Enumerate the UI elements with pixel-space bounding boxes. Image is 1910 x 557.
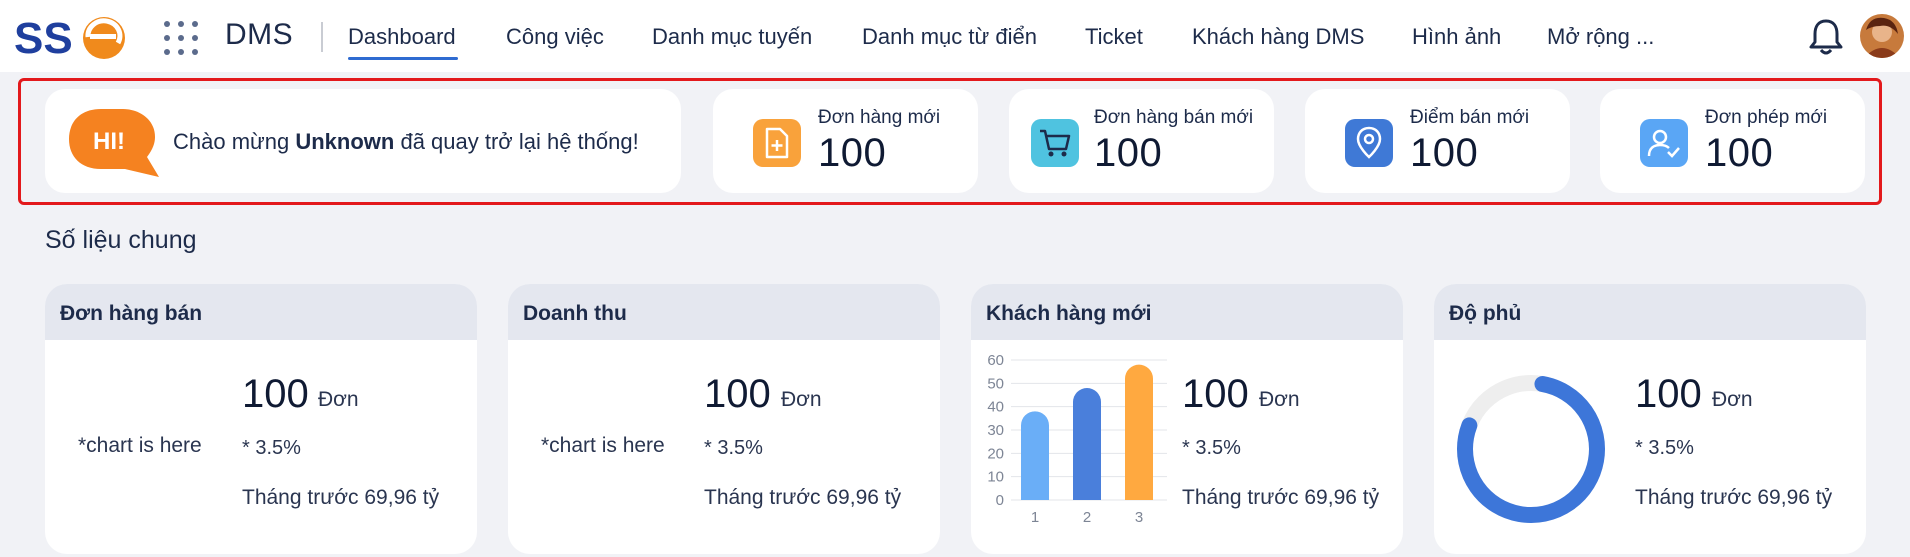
nav-ticket[interactable]: Ticket <box>1085 24 1143 50</box>
metric-card-khach-hang-moi[interactable]: Khách hàng mới 0 10 20 30 40 50 60 1 2 3 100 Đơn … <box>971 284 1403 554</box>
stat-value: 100 <box>1410 131 1479 175</box>
stat-value: 100 <box>818 131 887 175</box>
bell-icon[interactable] <box>1808 17 1844 57</box>
bar-chart: 0 10 20 30 40 50 60 1 2 3 <box>987 352 1167 526</box>
section-title: Số liệu chung <box>45 226 197 254</box>
stat-label: Đơn hàng mới <box>818 107 941 128</box>
cart-icon <box>1031 119 1079 167</box>
hi-bubble-icon: HI! <box>69 109 159 177</box>
metric-change: * 3.5% <box>1182 437 1241 459</box>
location-pin-icon <box>1345 119 1393 167</box>
metric-value: 100 <box>1182 372 1249 416</box>
svg-text:HI!: HI! <box>93 128 125 155</box>
stat-label: Điểm bán mới <box>1410 107 1530 128</box>
nav-mo-rong[interactable]: Mở rộng ... <box>1547 24 1654 50</box>
metric-change: * 3.5% <box>704 437 763 459</box>
chart-placeholder: *chart is here <box>78 434 202 457</box>
sse-logo[interactable]: SS <box>14 13 130 61</box>
user-check-icon <box>1640 119 1688 167</box>
x-tick-label: 1 <box>1031 509 1039 526</box>
nav-danh-muc-tuyen[interactable]: Danh mục tuyến <box>652 24 812 50</box>
stat-value: 100 <box>1094 131 1163 175</box>
metric-title: Khách hàng mới <box>971 284 1403 340</box>
stat-label: Đơn hàng bán mới <box>1094 107 1254 128</box>
metric-unit: Đơn <box>1712 388 1753 411</box>
y-tick-label: 30 <box>987 422 1004 439</box>
app-grid-icon[interactable] <box>162 20 202 56</box>
stat-value: 100 <box>1705 131 1774 175</box>
user-name: Unknown <box>295 129 395 154</box>
metric-change: * 3.5% <box>1635 437 1694 459</box>
nav-hinh-anh[interactable]: Hình ảnh <box>1412 24 1501 50</box>
metric-title: Độ phủ <box>1434 284 1866 340</box>
active-tab-indicator <box>348 57 458 60</box>
y-tick-label: 20 <box>987 445 1004 462</box>
welcome-card: HI! Chào mừng Unknown đã quay trở lại hệ… <box>45 89 681 193</box>
x-tick-label: 3 <box>1135 509 1143 526</box>
metric-value: 100 <box>242 372 309 416</box>
svg-text:SS: SS <box>14 14 73 61</box>
file-plus-icon <box>753 119 801 167</box>
metric-unit: Đơn <box>781 388 822 411</box>
donut-chart <box>1456 374 1606 524</box>
welcome-message: Chào mừng Unknown đã quay trở lại hệ thố… <box>173 129 639 154</box>
metric-previous: Tháng trước 69,96 tỷ <box>242 486 440 509</box>
y-tick-label: 50 <box>987 375 1004 392</box>
nav-danh-muc-tu-dien[interactable]: Danh mục từ điển <box>862 24 1037 50</box>
bar[interactable] <box>1021 411 1049 500</box>
x-tick-label: 2 <box>1083 509 1091 526</box>
metric-unit: Đơn <box>318 388 359 411</box>
metric-title: Doanh thu <box>508 284 940 340</box>
top-navbar: SS DMS Dashboard Công việc Danh mục tuyế… <box>0 0 1910 72</box>
app-name: DMS <box>225 18 294 51</box>
metric-change: * 3.5% <box>242 437 301 459</box>
metric-card-do-phu[interactable]: Độ phủ 100 Đơn * 3.5% Tháng trước 69,96 … <box>1434 284 1866 554</box>
donut-slice[interactable] <box>1456 374 1606 524</box>
stat-card-diem-ban-moi[interactable]: Điểm bán mới 100 <box>1305 89 1570 193</box>
metric-unit: Đơn <box>1259 388 1300 411</box>
stat-card-don-hang-ban-moi[interactable]: Đơn hàng bán mới 100 <box>1009 89 1274 193</box>
y-tick-label: 40 <box>987 399 1004 416</box>
stat-card-don-hang-moi[interactable]: Đơn hàng mới 100 <box>713 89 978 193</box>
metric-value: 100 <box>1635 372 1702 416</box>
y-tick-label: 60 <box>987 352 1004 369</box>
nav-divider <box>321 22 323 52</box>
nav-khach-hang-dms[interactable]: Khách hàng DMS <box>1192 24 1364 50</box>
metric-previous: Tháng trước 69,96 tỷ <box>1182 486 1380 509</box>
metric-card-doanh-thu[interactable]: Doanh thu *chart is here 100 Đơn * 3.5% … <box>508 284 940 554</box>
metric-previous: Tháng trước 69,96 tỷ <box>704 486 902 509</box>
nav-cong-viec[interactable]: Công việc <box>506 24 604 50</box>
metric-previous: Tháng trước 69,96 tỷ <box>1635 486 1833 509</box>
avatar[interactable] <box>1860 14 1904 58</box>
stat-card-don-phep-moi[interactable]: Đơn phép mới 100 <box>1600 89 1865 193</box>
nav-dashboard[interactable]: Dashboard <box>348 24 456 50</box>
y-tick-label: 10 <box>987 469 1004 486</box>
stat-label: Đơn phép mới <box>1705 107 1828 128</box>
metric-value: 100 <box>704 372 771 416</box>
chart-placeholder: *chart is here <box>541 434 665 457</box>
bar[interactable] <box>1125 364 1153 500</box>
bar[interactable] <box>1073 388 1101 500</box>
metric-card-don-hang-ban[interactable]: Đơn hàng bán *chart is here 100 Đơn * 3.… <box>45 284 477 554</box>
metric-title: Đơn hàng bán <box>45 284 477 340</box>
y-tick-label: 0 <box>996 492 1004 509</box>
